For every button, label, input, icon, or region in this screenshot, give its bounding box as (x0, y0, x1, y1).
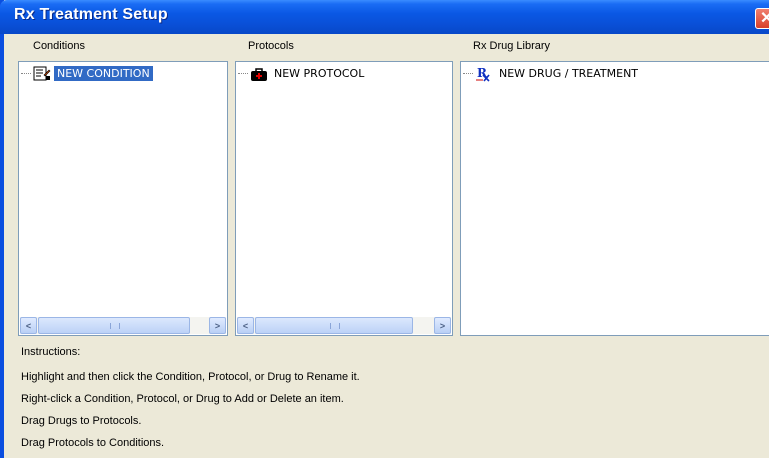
protocols-label: Protocols (248, 40, 294, 52)
drug-library-label: Rx Drug Library (473, 40, 551, 52)
chevron-left-icon: < (25, 320, 32, 331)
chevron-left-icon: < (242, 320, 249, 331)
window-title: Rx Treatment Setup (14, 6, 168, 23)
close-button[interactable]: ✕ (755, 8, 769, 29)
medical-bag-icon (250, 66, 268, 82)
conditions-tree[interactable]: NEW CONDITION < > (18, 61, 228, 336)
condition-item-label: NEW CONDITION (54, 66, 153, 81)
conditions-label: Conditions (33, 40, 85, 52)
grip-icon (110, 323, 120, 329)
tree-item-protocol[interactable]: NEW PROTOCOL (238, 65, 367, 82)
tree-connector (463, 73, 473, 74)
protocols-hscrollbar[interactable]: < > (237, 317, 451, 334)
instruction-line: Drag Protocols to Conditions. (21, 437, 165, 449)
scroll-right-button[interactable]: > (434, 317, 451, 334)
rx-icon: R (475, 66, 493, 82)
grip-icon (330, 323, 340, 329)
drug-item-label: NEW DRUG / TREATMENT (499, 67, 639, 80)
scroll-left-button[interactable]: < (20, 317, 37, 334)
instruction-line: Right-click a Condition, Protocol, or Dr… (21, 393, 344, 405)
protocols-tree[interactable]: NEW PROTOCOL < > (235, 61, 453, 336)
close-icon: ✕ (760, 10, 769, 27)
scroll-thumb[interactable] (255, 317, 413, 334)
scroll-right-button[interactable]: > (209, 317, 226, 334)
drug-library-tree[interactable]: R NEW DRUG / TREATMENT (460, 61, 769, 336)
protocol-item-label: NEW PROTOCOL (274, 67, 365, 80)
scroll-thumb[interactable] (38, 317, 190, 334)
chevron-right-icon: > (439, 320, 446, 331)
instructions-heading: Instructions: (21, 346, 81, 358)
conditions-hscrollbar[interactable]: < > (20, 317, 226, 334)
tree-connector (21, 73, 31, 74)
chevron-right-icon: > (214, 320, 221, 331)
instruction-line: Drag Drugs to Protocols. (21, 415, 142, 427)
instruction-line: Highlight and then click the Condition, … (21, 371, 360, 383)
tree-item-condition[interactable]: NEW CONDITION (21, 65, 153, 82)
tree-item-drug[interactable]: R NEW DRUG / TREATMENT (463, 65, 641, 82)
tree-connector (238, 73, 248, 74)
title-bar[interactable]: Rx Treatment Setup ✕ (0, 0, 769, 34)
rx-treatment-setup-window: Rx Treatment Setup ✕ Conditions Protocol… (0, 0, 769, 458)
scroll-left-button[interactable]: < (237, 317, 254, 334)
condition-icon (33, 66, 51, 82)
